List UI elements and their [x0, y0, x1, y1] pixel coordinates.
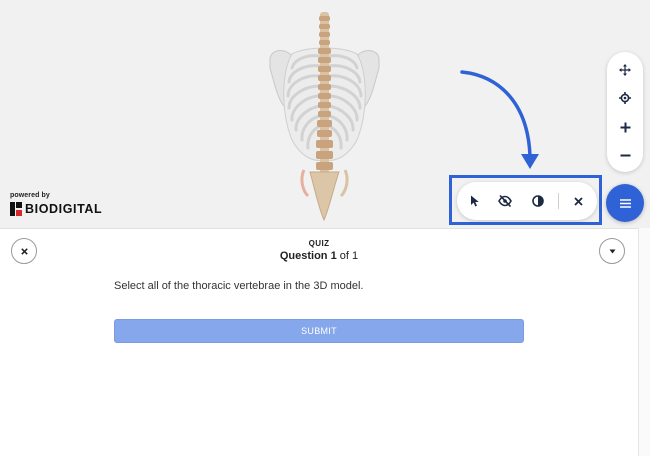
close-icon — [573, 196, 583, 206]
center-button[interactable] — [607, 84, 643, 112]
xray-tool-button[interactable] — [524, 187, 552, 215]
question-total: 1 — [352, 250, 359, 262]
pan-button[interactable] — [607, 56, 643, 84]
biodigital-mark-icon — [10, 202, 22, 216]
xray-icon — [532, 195, 544, 207]
camera-controls — [607, 52, 643, 172]
chevron-down-icon — [609, 249, 615, 253]
submit-button[interactable]: SUBMIT — [114, 319, 524, 343]
zoom-out-button[interactable] — [607, 141, 643, 169]
quiz-collapse-button[interactable] — [599, 238, 625, 264]
zoom-out-icon — [620, 154, 630, 156]
of-text: of — [339, 250, 349, 262]
tool-controls — [457, 182, 597, 220]
scrollbar[interactable] — [638, 228, 650, 456]
hide-tool-button[interactable] — [491, 187, 519, 215]
annotation-arrow — [460, 70, 539, 169]
toolbar-divider — [558, 193, 559, 209]
biodigital-logo: powered by BIODIGITAL — [10, 192, 102, 216]
menu-button[interactable] — [606, 184, 644, 222]
spine-skeleton-model[interactable] — [262, 10, 387, 226]
center-icon — [619, 92, 631, 104]
select-icon — [470, 195, 479, 207]
powered-by-text: powered by — [10, 192, 50, 199]
question-text: Select all of the thoracic vertebrae in … — [114, 280, 364, 292]
quiz-label: QUIZ — [308, 239, 330, 248]
move-icon — [619, 64, 631, 76]
select-tool-button[interactable] — [461, 187, 489, 215]
hide-icon — [498, 195, 512, 207]
question-word: Question — [279, 250, 328, 262]
zoom-in-button[interactable] — [607, 113, 643, 141]
brand-name: BIODIGITAL — [25, 202, 103, 216]
question-progress: Question 1 of 1 — [0, 250, 638, 262]
question-number: 1 — [330, 250, 337, 262]
menu-icon — [619, 198, 631, 208]
zoom-in-icon — [620, 122, 630, 132]
quiz-panel: QUIZ Question 1 of 1 Select all of the t… — [0, 228, 638, 457]
model-viewer[interactable]: powered by BIODIGITAL — [0, 0, 650, 228]
close-tools-button[interactable] — [564, 187, 592, 215]
